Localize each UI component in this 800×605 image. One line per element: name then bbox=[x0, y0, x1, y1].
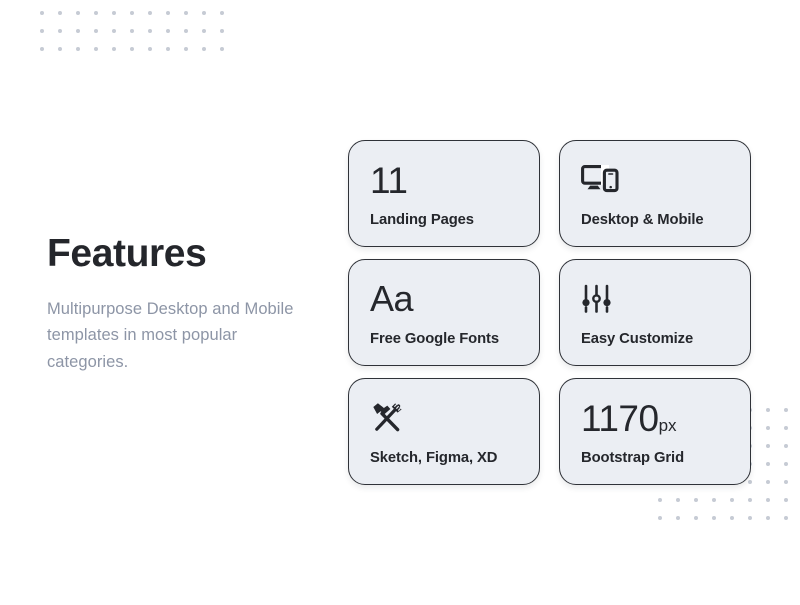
decorative-dot bbox=[40, 11, 44, 15]
feature-label: Free Google Fonts bbox=[370, 331, 500, 347]
card-visual: 1170px bbox=[581, 396, 750, 440]
decorative-dot bbox=[676, 516, 680, 520]
decorative-dot bbox=[784, 480, 788, 484]
decorative-dot bbox=[184, 11, 188, 15]
typography-glyph: Aa bbox=[370, 278, 414, 319]
decorative-dot bbox=[220, 47, 224, 51]
decorative-dot bbox=[694, 498, 698, 502]
decorative-dot bbox=[40, 47, 44, 51]
decorative-dot bbox=[166, 29, 170, 33]
decorative-dot bbox=[58, 11, 62, 15]
decorative-dot bbox=[130, 29, 134, 33]
card-visual bbox=[581, 158, 750, 202]
feature-card-desktop-mobile[interactable]: Desktop & Mobile bbox=[559, 140, 751, 247]
feature-number: 11 bbox=[370, 159, 408, 201]
decorative-dot bbox=[766, 480, 770, 484]
decorative-dot bbox=[202, 29, 206, 33]
features-section: Features Multipurpose Desktop and Mobile… bbox=[0, 0, 800, 605]
decorative-dot bbox=[694, 516, 698, 520]
feature-label: Easy Customize bbox=[581, 331, 694, 347]
decorative-dot bbox=[220, 29, 224, 33]
feature-label: Desktop & Mobile bbox=[581, 212, 704, 228]
feature-label: Landing Pages bbox=[370, 212, 474, 228]
card-visual: 11 bbox=[370, 158, 539, 202]
decorative-dot bbox=[748, 516, 752, 520]
decorative-dot bbox=[112, 11, 116, 15]
decorative-dot bbox=[148, 11, 152, 15]
decorative-dot bbox=[76, 29, 80, 33]
decorative-dot bbox=[766, 498, 770, 502]
decorative-dot bbox=[112, 29, 116, 33]
decorative-dot bbox=[202, 11, 206, 15]
decorative-dot bbox=[112, 47, 116, 51]
feature-label: Bootstrap Grid bbox=[581, 450, 685, 466]
card-visual bbox=[581, 277, 750, 321]
decorative-dot bbox=[94, 47, 98, 51]
decorative-dot bbox=[712, 498, 716, 502]
decorative-dot bbox=[184, 29, 188, 33]
feature-number-unit: px bbox=[658, 415, 677, 435]
decorative-dot bbox=[730, 498, 734, 502]
decorative-dot bbox=[712, 516, 716, 520]
feature-card-design-tools[interactable]: Sketch, Figma, XD bbox=[348, 378, 540, 485]
decorative-dot bbox=[766, 426, 770, 430]
decorative-dot bbox=[148, 47, 152, 51]
decorative-dot bbox=[40, 29, 44, 33]
intro-description: Multipurpose Desktop and Mobile template… bbox=[47, 299, 294, 372]
decorative-dot bbox=[166, 47, 170, 51]
decorative-dot bbox=[766, 516, 770, 520]
decorative-dot bbox=[130, 11, 134, 15]
feature-card-bootstrap-grid[interactable]: 1170px Bootstrap Grid bbox=[559, 378, 751, 485]
decorative-dot bbox=[766, 462, 770, 466]
decorative-dot bbox=[730, 516, 734, 520]
decorative-dot bbox=[58, 47, 62, 51]
decorative-dot bbox=[76, 47, 80, 51]
decorative-dot bbox=[148, 29, 152, 33]
decorative-dot bbox=[58, 29, 62, 33]
decorative-dot bbox=[658, 516, 662, 520]
feature-label: Sketch, Figma, XD bbox=[370, 450, 498, 466]
decorative-dot bbox=[94, 29, 98, 33]
decorative-dot bbox=[766, 408, 770, 412]
decorative-dot bbox=[748, 498, 752, 502]
feature-card-grid: 11 Landing Pages Desktop & Mobile Aa Fre… bbox=[348, 140, 751, 485]
decorative-dot bbox=[658, 498, 662, 502]
desktop-mobile-icon bbox=[581, 165, 619, 195]
decorative-dot-grid-top-left bbox=[40, 11, 238, 65]
decorative-dot bbox=[76, 11, 80, 15]
decorative-dot bbox=[166, 11, 170, 15]
decorative-dot bbox=[184, 47, 188, 51]
decorative-dot bbox=[784, 462, 788, 466]
decorative-dot bbox=[676, 498, 680, 502]
decorative-dot bbox=[784, 516, 788, 520]
decorative-dot bbox=[784, 426, 788, 430]
decorative-dot bbox=[766, 444, 770, 448]
feature-number-value: 11 bbox=[370, 159, 408, 201]
feature-card-easy-customize[interactable]: Easy Customize bbox=[559, 259, 751, 366]
decorative-dot bbox=[202, 47, 206, 51]
decorative-dot bbox=[784, 498, 788, 502]
feature-card-landing-pages[interactable]: 11 Landing Pages bbox=[348, 140, 540, 247]
card-visual: Aa bbox=[370, 277, 539, 321]
decorative-dot bbox=[784, 444, 788, 448]
hammer-wrench-icon bbox=[370, 402, 404, 434]
card-visual bbox=[370, 396, 539, 440]
feature-card-google-fonts[interactable]: Aa Free Google Fonts bbox=[348, 259, 540, 366]
decorative-dot bbox=[220, 11, 224, 15]
feature-number: 1170px bbox=[581, 400, 677, 437]
decorative-dot bbox=[94, 11, 98, 15]
page-title: Features bbox=[47, 232, 207, 275]
feature-number-value: 1170 bbox=[581, 397, 659, 439]
intro-block: Features Multipurpose Desktop and Mobile… bbox=[47, 232, 309, 376]
sliders-icon bbox=[581, 284, 613, 314]
decorative-dot bbox=[784, 408, 788, 412]
decorative-dot bbox=[130, 47, 134, 51]
